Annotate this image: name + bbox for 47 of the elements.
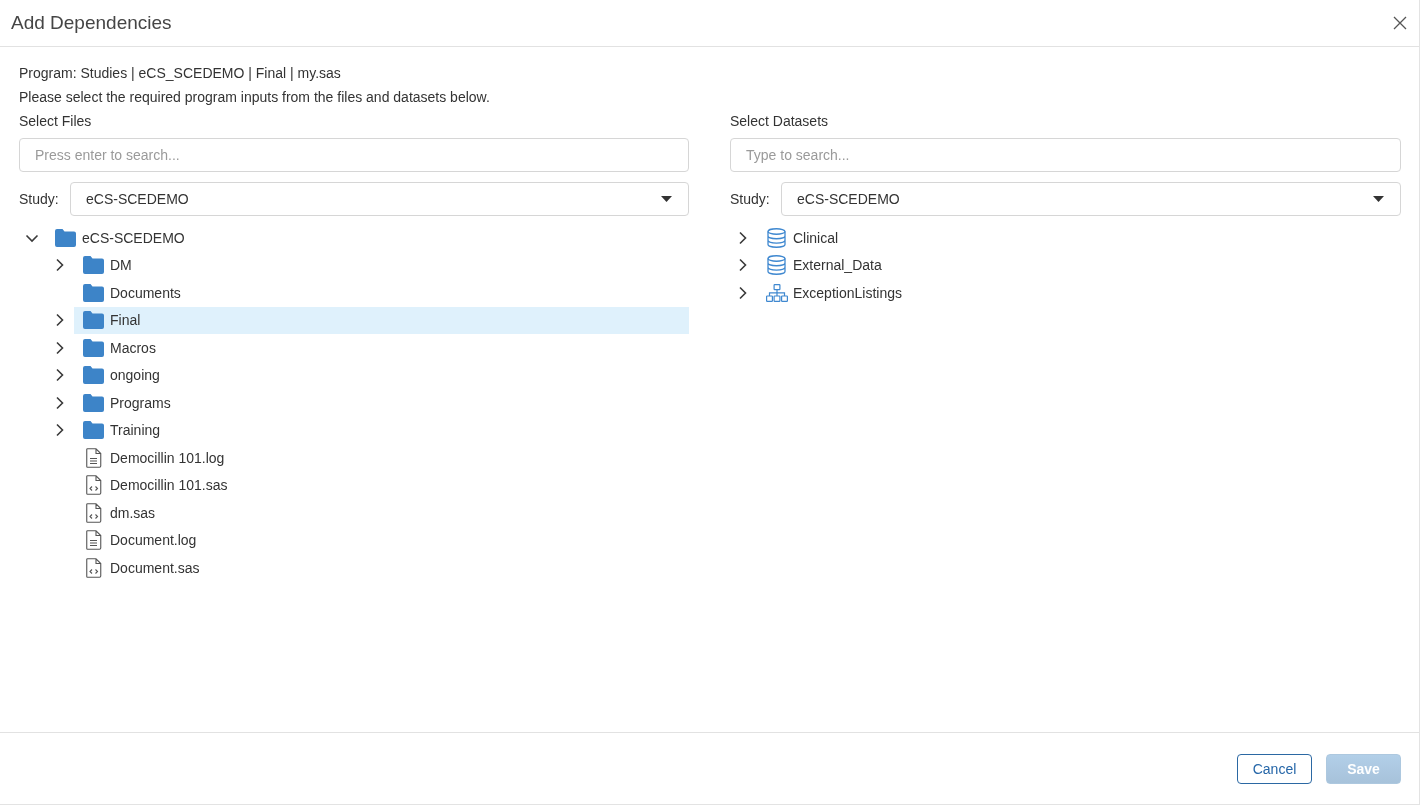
folder-icon [83, 366, 104, 385]
study-label: Study: [730, 191, 771, 207]
caret-down-icon [1373, 196, 1384, 202]
tree-item[interactable]: Programs [74, 389, 689, 417]
folder-icon [83, 256, 104, 275]
caret-down-icon [661, 196, 672, 202]
tree-item[interactable]: Democillin 101.sas [74, 471, 689, 499]
folder-icon [83, 393, 104, 412]
code-file-icon [85, 475, 102, 496]
folder-icon [83, 311, 104, 330]
dialog-title: Add Dependencies [11, 12, 172, 34]
document-lines-icon [85, 447, 102, 468]
cancel-button[interactable]: Cancel [1237, 753, 1312, 784]
tree-item[interactable]: dm.sas [74, 499, 689, 527]
tree-item[interactable]: External_Data [757, 251, 1401, 279]
section-heading: Select Files [19, 112, 92, 131]
code-file-icon [85, 557, 102, 578]
tree-item[interactable]: ongoing [74, 361, 689, 389]
folder-icon [83, 421, 104, 440]
tree-item[interactable]: Final [74, 306, 689, 334]
search-field[interactable]: Press enter to search... [19, 138, 689, 172]
study-label: Study: [19, 191, 60, 207]
tree-item[interactable]: Clinical [757, 224, 1401, 252]
document-lines-icon [85, 530, 102, 551]
tree-item[interactable]: eCS-SCEDEMO [46, 224, 689, 252]
tree-item[interactable]: Training [74, 416, 689, 444]
tree-item[interactable]: Macros [74, 334, 689, 362]
tree-item[interactable]: Document.sas [74, 554, 689, 582]
database-icon [767, 255, 786, 276]
folder-icon [83, 338, 104, 357]
tree-item[interactable]: ExceptionListings [757, 279, 1401, 307]
search-field[interactable]: Type to search... [730, 138, 1401, 172]
study-select[interactable]: eCS-SCEDEMO [781, 182, 1401, 216]
sitemap-icon [765, 283, 788, 302]
tree-item[interactable]: Democillin 101.log [74, 444, 689, 472]
folder-icon [83, 283, 104, 302]
folder-icon [55, 228, 76, 247]
tree-item[interactable]: Documents [74, 279, 689, 307]
code-file-icon [85, 502, 102, 523]
study-select[interactable]: eCS-SCEDEMO [70, 182, 689, 216]
close-icon[interactable] [1393, 16, 1407, 30]
program-path: Program: Studies | eCS_SCEDEMO | Final | my.sas [19, 64, 341, 83]
tree-item[interactable]: DM [74, 251, 689, 279]
instructions-text: Please select the required program inputs from the files and datasets below. [19, 88, 490, 107]
section-heading: Select Datasets [730, 112, 829, 131]
tree-item[interactable]: Document.log [74, 526, 689, 554]
database-icon [767, 227, 786, 248]
